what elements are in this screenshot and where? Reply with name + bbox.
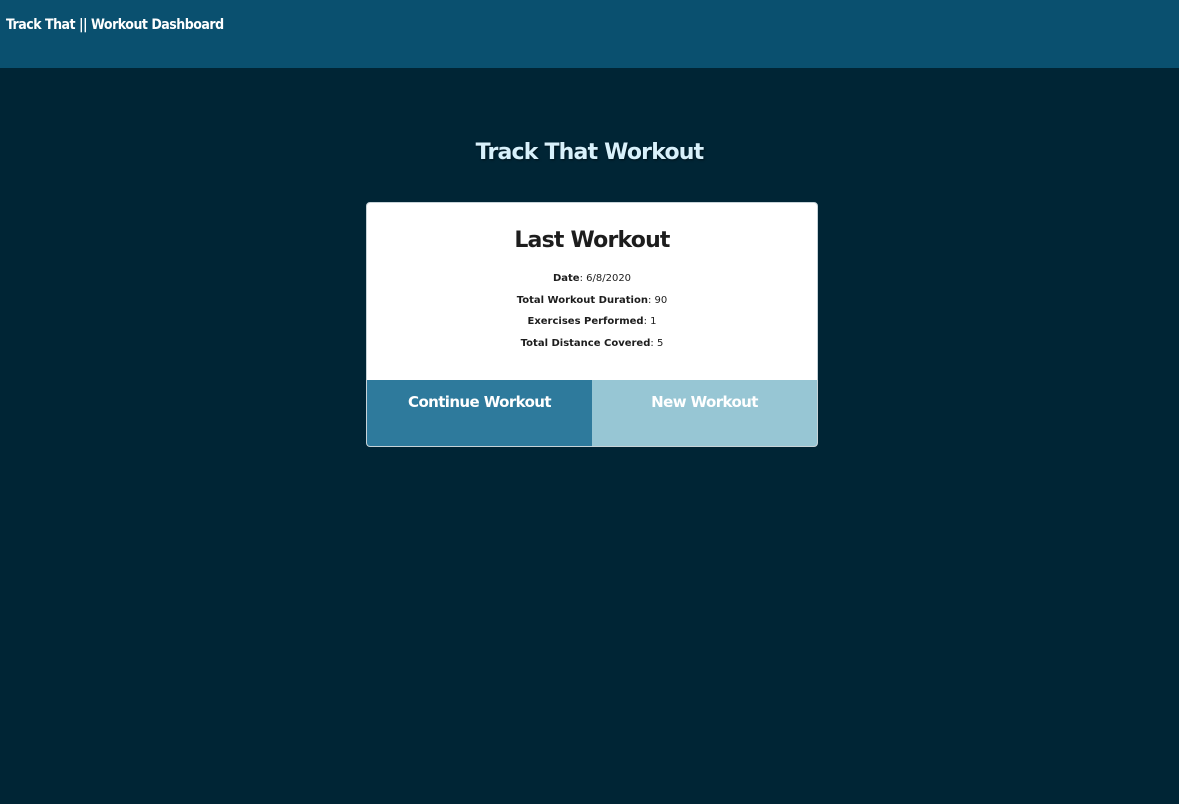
last-workout-card: Last Workout Date: 6/8/2020 Total Workou… <box>366 202 818 447</box>
continue-workout-button[interactable]: Continue Workout <box>367 380 592 446</box>
stat-date: Date: 6/8/2020 <box>552 273 632 284</box>
stat-label: Date <box>552 273 580 284</box>
stat-distance: Total Distance Covered: 5 <box>520 337 664 349</box>
new-workout-label: New Workout <box>651 393 758 411</box>
stat-value: 1 <box>650 316 657 327</box>
page-title: Track That Workout <box>475 140 704 165</box>
stat-duration: Total Workout Duration: 90 <box>516 294 668 306</box>
new-workout-button[interactable]: New Workout <box>592 380 817 446</box>
continue-workout-label: Continue Workout <box>408 393 552 411</box>
stat-label: Total Distance Covered <box>520 337 651 349</box>
top-navbar: Track That || Workout Dashboard <box>0 0 1179 68</box>
stat-value: 6/8/2020 <box>586 273 632 284</box>
stat-label: Exercises Performed <box>527 316 644 327</box>
stat-exercises: Exercises Performed: 1 <box>527 316 657 327</box>
stat-value: 5 <box>656 337 664 349</box>
stat-value: 90 <box>654 294 668 306</box>
stat-label: Total Workout Duration <box>516 294 648 306</box>
workout-stats: Date: 6/8/2020 Total Workout Duration: 9… <box>367 271 817 357</box>
card-title: Last Workout <box>514 228 670 253</box>
brand-link[interactable]: Track That || Workout Dashboard <box>6 17 224 33</box>
